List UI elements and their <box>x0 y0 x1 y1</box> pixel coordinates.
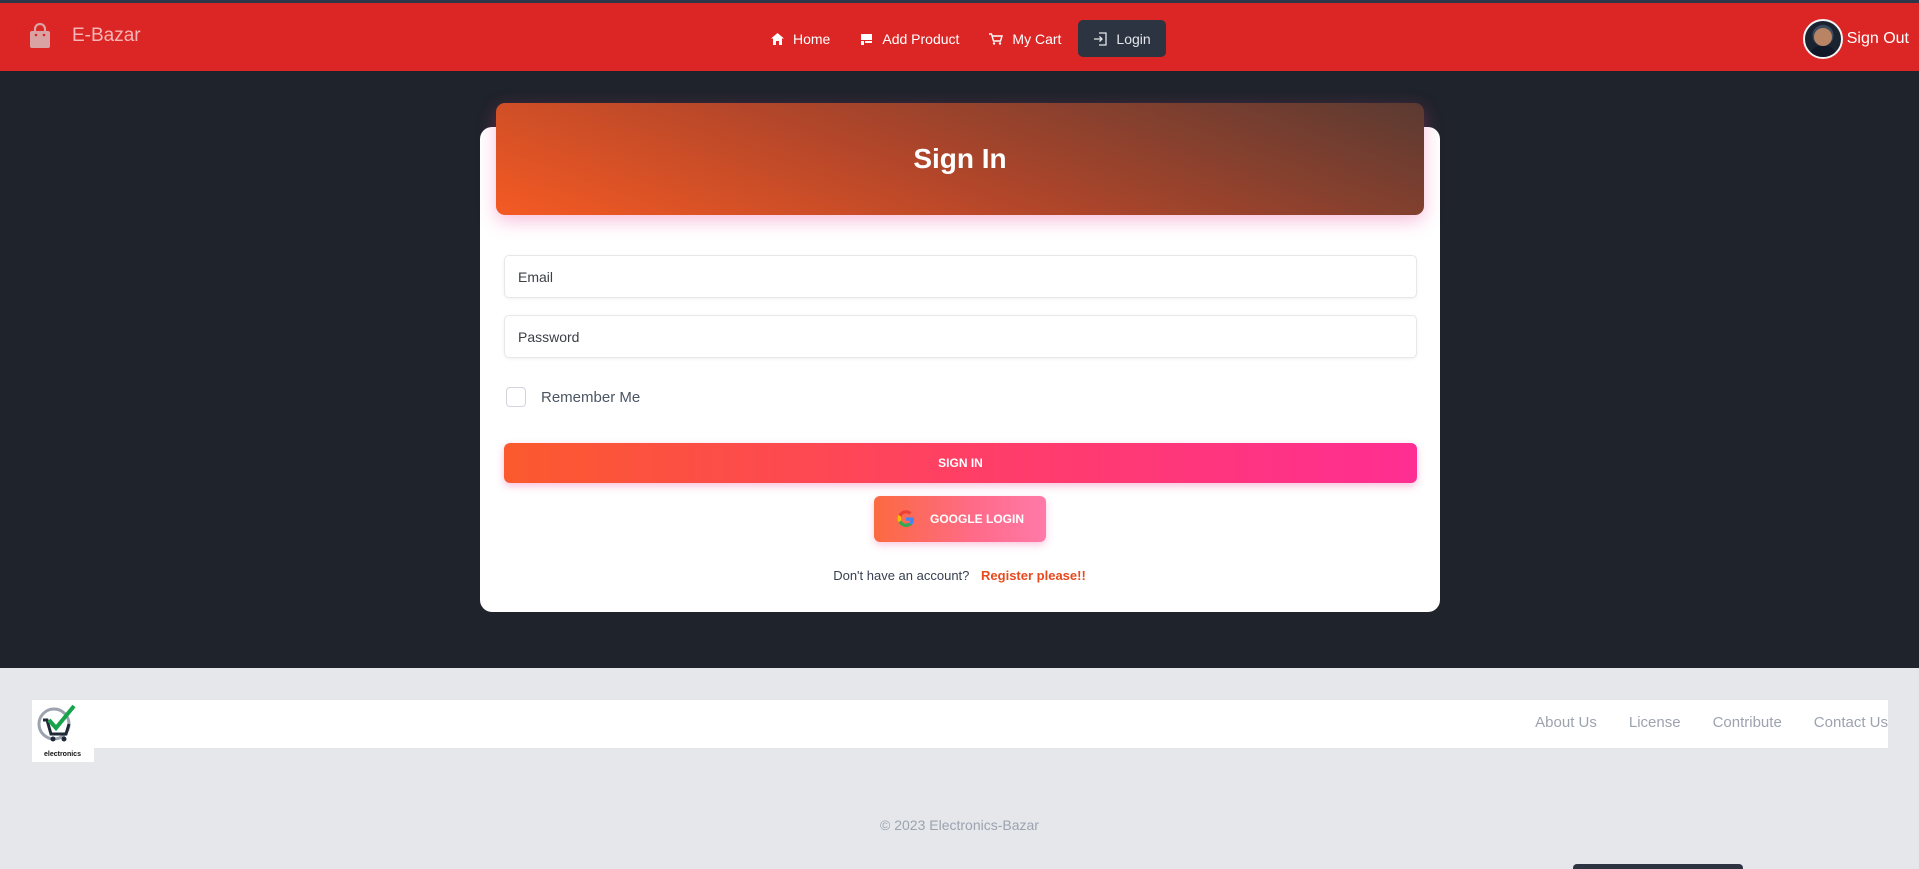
login-icon <box>1094 31 1108 46</box>
avatar[interactable] <box>1802 19 1843 59</box>
user-area: Sign Out <box>1802 19 1909 59</box>
sign-in-button[interactable]: SIGN IN <box>504 443 1417 483</box>
bottom-tab <box>1573 864 1743 869</box>
footer-logo[interactable]: electronics <box>32 700 94 762</box>
email-field[interactable] <box>504 255 1417 298</box>
brand-name: E-Bazar <box>72 25 141 46</box>
shopping-bag-icon <box>30 23 50 48</box>
product-icon <box>861 33 873 45</box>
brand[interactable]: E-Bazar <box>28 23 141 49</box>
footer-links: About Us License Contribute Contact Us <box>1503 714 1888 731</box>
signin-card-header: Sign In <box>496 103 1424 215</box>
register-prompt-text: Don't have an account? <box>833 568 970 583</box>
nav-my-cart-label: My Cart <box>1012 30 1062 47</box>
google-login-button[interactable]: GOOGLE LOGIN <box>874 496 1046 542</box>
footer-link-contribute[interactable]: Contribute <box>1713 714 1782 731</box>
remember-me-checkbox[interactable] <box>506 387 526 407</box>
nav-my-cart[interactable]: My Cart <box>974 20 1076 57</box>
google-icon <box>897 510 914 527</box>
page-title: Sign In <box>913 143 1007 174</box>
register-link[interactable]: Register please!! <box>981 568 1086 583</box>
nav-login[interactable]: Login <box>1078 20 1166 57</box>
nav-add-product-label: Add Product <box>882 30 960 47</box>
home-icon <box>771 32 784 45</box>
remember-me-label: Remember Me <box>541 388 641 406</box>
register-prompt: Don't have an account? Register please!! <box>0 568 1919 583</box>
password-field[interactable] <box>504 315 1417 358</box>
nav-add-product[interactable]: Add Product <box>845 20 974 57</box>
sign-out-button[interactable]: Sign Out <box>1847 30 1909 48</box>
nav-login-label: Login <box>1116 30 1151 47</box>
footer: electronics About Us License Contribute … <box>0 668 1919 869</box>
nav-links: Home Add Product My Cart Login <box>756 20 1166 57</box>
navbar: E-Bazar Home Add Product My Cart Login S… <box>0 0 1919 71</box>
nav-home[interactable]: Home <box>756 20 845 57</box>
remember-me: Remember Me <box>506 387 640 407</box>
footer-link-license[interactable]: License <box>1629 714 1681 731</box>
electronics-cart-logo-icon <box>37 704 76 742</box>
google-login-label: GOOGLE LOGIN <box>929 512 1024 526</box>
cart-icon <box>989 32 1004 45</box>
footer-logo-text: electronics <box>44 751 81 758</box>
copyright: © 2023 Electronics-Bazar <box>880 817 1039 833</box>
footer-link-contact-us[interactable]: Contact Us <box>1814 714 1888 731</box>
footer-link-about-us[interactable]: About Us <box>1535 714 1597 731</box>
nav-home-label: Home <box>793 30 831 47</box>
